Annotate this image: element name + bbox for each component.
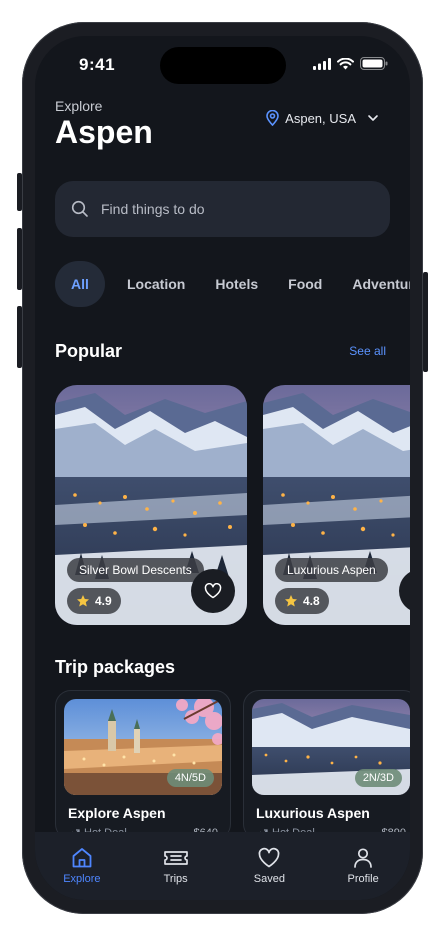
power-button [423, 272, 428, 372]
rating-badge: 4.9 [67, 588, 121, 614]
tab-profile[interactable]: Profile [323, 846, 403, 885]
package-photo: 2N/3D [252, 699, 410, 795]
popular-card[interactable]: Luxurious Aspen 4.8 [263, 385, 410, 625]
category-tab-all[interactable]: All [55, 261, 105, 307]
wifi-icon [337, 57, 354, 69]
rating-value: 4.9 [95, 594, 112, 608]
battery-icon [360, 57, 388, 70]
category-tabs: All Location Hotels Food Adventure [55, 261, 410, 307]
bottom-tab-bar: Explore Trips Saved Profile [35, 832, 410, 900]
user-icon [354, 848, 372, 868]
card-title: Luxurious Aspen [275, 558, 388, 582]
category-tab-adventure[interactable]: Adventure [352, 276, 410, 292]
explore-label: Explore [55, 98, 103, 114]
location-label: Aspen, USA [285, 110, 356, 126]
chevron-down-icon [368, 115, 378, 121]
ticket-icon [163, 851, 188, 865]
package-card[interactable]: 4N/5D Explore Aspen Hot Deal $640 [55, 690, 231, 840]
tab-explore[interactable]: Explore [42, 846, 122, 885]
search-bar[interactable] [55, 181, 390, 237]
card-title: Silver Bowl Descents [67, 558, 204, 582]
status-bar: 9:41 [35, 36, 410, 92]
search-icon [71, 200, 88, 217]
map-pin-icon [266, 110, 279, 126]
location-selector[interactable]: Aspen, USA [266, 110, 380, 126]
page-title: Aspen [55, 114, 153, 150]
package-photo: 4N/5D [64, 699, 222, 795]
see-all-link[interactable]: See all [349, 344, 386, 358]
status-icons [313, 57, 388, 70]
app-screen: 9:41 Explore Aspen Aspen, USA Find thing… [35, 36, 410, 900]
status-time: 9:41 [79, 55, 116, 74]
favorite-button[interactable] [191, 569, 235, 613]
package-title: Explore Aspen [68, 805, 166, 821]
popular-card[interactable]: Silver Bowl Descents 4.9 [55, 385, 247, 625]
star-icon [77, 595, 89, 607]
packages-section-title: Trip packages [55, 657, 176, 677]
tab-saved[interactable]: Saved [229, 846, 309, 885]
star-icon [285, 595, 297, 607]
category-tab-food[interactable]: Food [288, 276, 322, 292]
heart-icon [204, 583, 222, 599]
tab-label: Saved [253, 873, 285, 885]
duration-badge: 4N/5D [166, 769, 214, 787]
package-title: Luxurious Aspen [256, 805, 370, 821]
heart-icon [259, 847, 280, 868]
popular-section-title: Popular [55, 341, 123, 361]
home-icon [72, 848, 92, 868]
duration-badge: 2N/3D [354, 769, 402, 787]
tab-label: Profile [347, 873, 379, 885]
category-tab-location[interactable]: Location [127, 276, 185, 292]
cellular-signal-icon [313, 57, 331, 70]
package-card[interactable]: 2N/3D Luxurious Aspen Hot Deal $890 [243, 690, 410, 840]
rating-value: 4.8 [303, 594, 320, 608]
category-tab-hotels[interactable]: Hotels [215, 276, 258, 292]
tab-trips[interactable]: Trips [136, 846, 216, 885]
tab-label: Trips [163, 873, 188, 885]
search-input[interactable] [101, 201, 351, 217]
rating-badge: 4.8 [275, 588, 329, 614]
dynamic-island [160, 47, 286, 84]
tab-label: Explore [63, 873, 101, 885]
